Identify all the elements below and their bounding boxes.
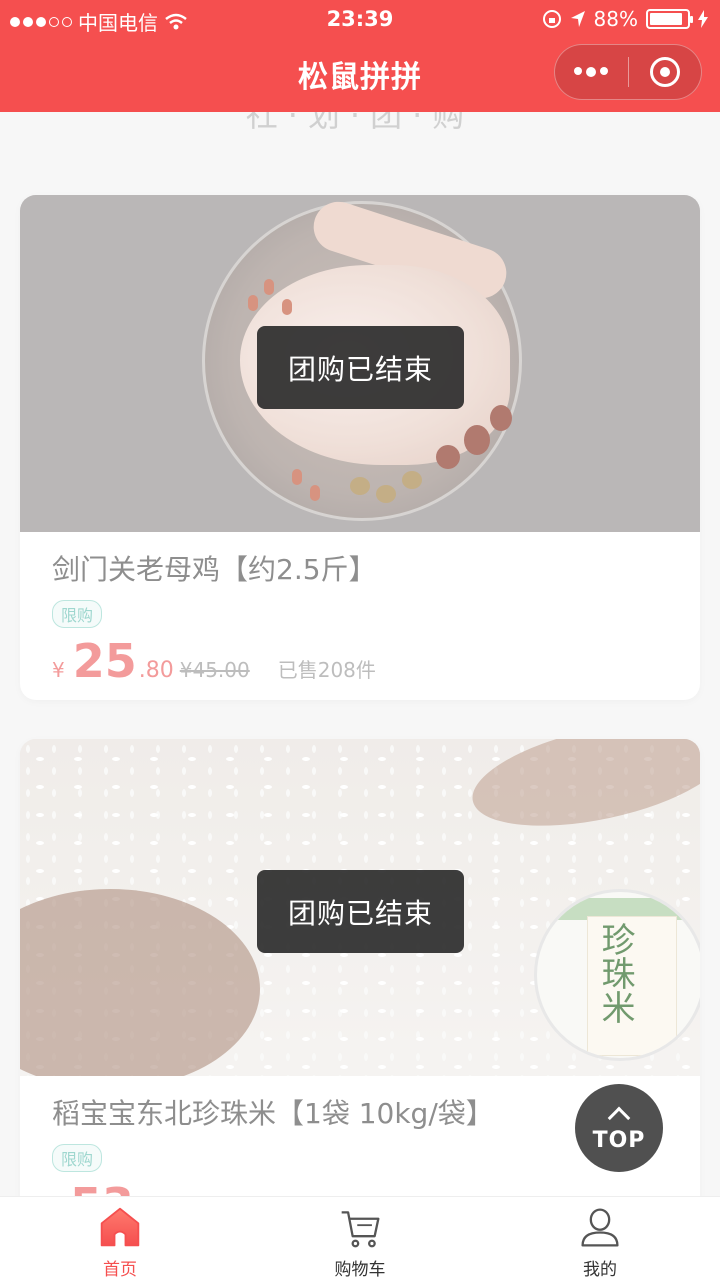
- home-icon: [100, 1207, 140, 1247]
- price-integer: 25: [72, 634, 137, 688]
- battery-percent: 88%: [593, 7, 638, 31]
- purchase-limit-badge: 限购: [52, 600, 103, 628]
- group-buy-ended-badge: 团购已结束: [257, 326, 464, 409]
- chevron-up-icon: [607, 1106, 631, 1129]
- currency-symbol: ¥: [52, 658, 65, 682]
- tab-cart-label: 购物车: [334, 1260, 386, 1280]
- product-image: 团购已结束: [20, 195, 700, 532]
- user-icon: [581, 1208, 619, 1247]
- tab-bar: 首页 购物车 我的: [0, 1196, 720, 1280]
- location-icon: [570, 11, 585, 27]
- tab-home[interactable]: 首页: [0, 1197, 240, 1280]
- more-icon: [574, 67, 609, 77]
- tab-cart[interactable]: 购物车: [240, 1197, 480, 1280]
- status-bar: 中国电信 23:39 88%: [0, 0, 720, 40]
- mini-program-capsule: [554, 44, 702, 100]
- charging-icon: [698, 10, 708, 28]
- section-heading: 社·划·团·购: [245, 112, 475, 134]
- price-decimal: .80: [138, 658, 174, 683]
- product-image: 珍珠米 团购已结束: [20, 739, 700, 1076]
- product-card[interactable]: 团购已结束 剑门关老母鸡【约2.5斤】 限购 ¥ 25 .80 ¥45.00 已…: [20, 195, 700, 700]
- close-target-icon: [649, 57, 680, 87]
- close-button[interactable]: [629, 44, 702, 100]
- more-button[interactable]: [555, 44, 628, 100]
- cart-icon: [341, 1211, 380, 1248]
- original-price: ¥45.00: [179, 658, 250, 682]
- top-bar: 中国电信 23:39 88% 松鼠拼拼: [0, 0, 720, 112]
- back-to-top-button[interactable]: TOP: [575, 1084, 663, 1172]
- group-buy-ended-badge: 团购已结束: [257, 870, 464, 953]
- tab-home-label: 首页: [103, 1260, 137, 1280]
- sold-count: 已售208件: [277, 658, 376, 682]
- price-integer: 53: [70, 1178, 134, 1196]
- tab-mine-label: 我的: [583, 1260, 617, 1280]
- purchase-limit-badge: 限购: [52, 1144, 103, 1172]
- price-row: ¥ 25 .80 ¥45.00 已售208件: [52, 634, 668, 688]
- product-name: 剑门关老母鸡【约2.5斤】: [52, 553, 377, 586]
- tab-mine[interactable]: 我的: [480, 1197, 720, 1280]
- price-row: 53: [52, 1178, 668, 1196]
- battery-icon: [646, 9, 693, 29]
- rotation-lock-icon: [542, 10, 561, 28]
- product-list[interactable]: 社·划·团·购 团购已结束 剑门关老母鸡【约2.5斤】 限购 ¥ 25 .80 …: [0, 112, 720, 1196]
- back-to-top-label: TOP: [592, 1127, 646, 1153]
